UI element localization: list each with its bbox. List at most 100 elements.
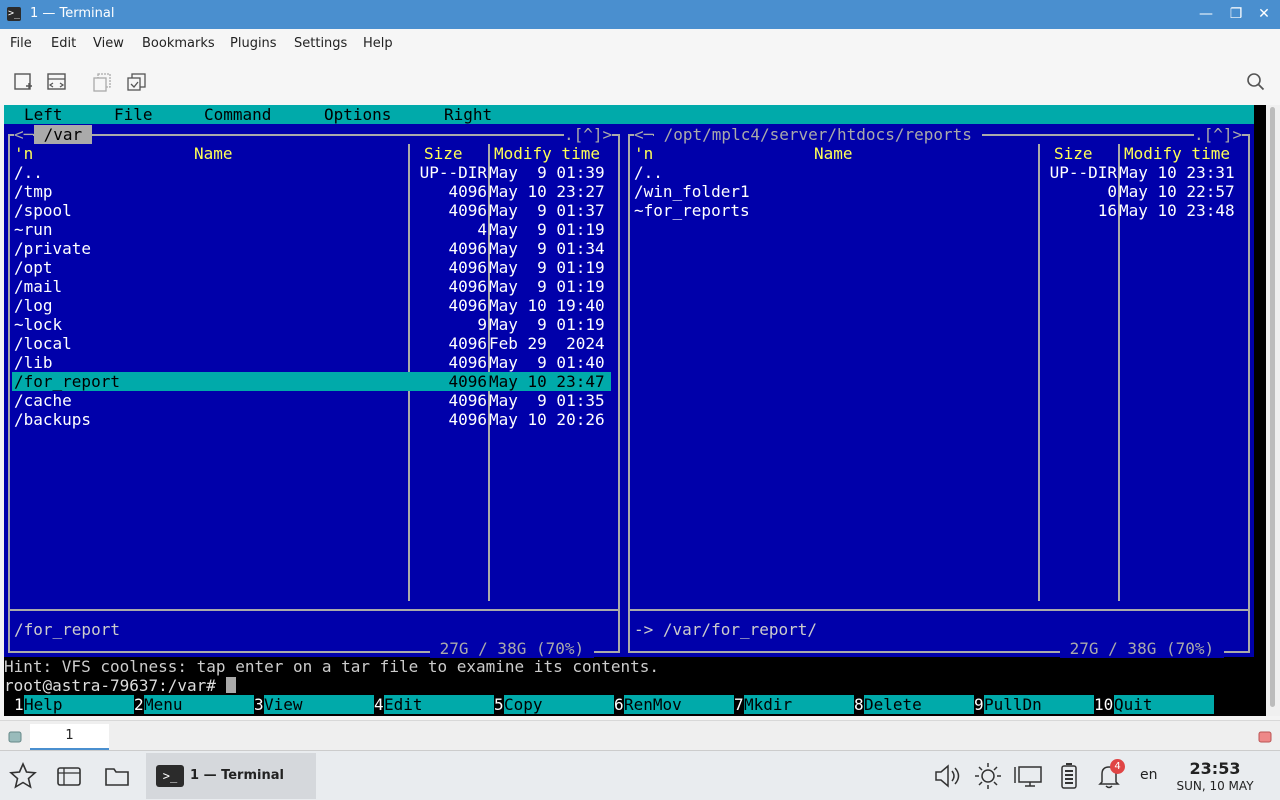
menu-file[interactable]: File (10, 36, 32, 51)
right-panel-corner-right[interactable]: .[^]> (1194, 125, 1243, 144)
right-header-mtime[interactable]: Modify time (1124, 144, 1230, 163)
restore-button[interactable]: ❐ (1226, 5, 1246, 23)
left-panel-file-row[interactable]: /local 4096 Feb 29 2024 (12, 334, 611, 353)
right-panel-file-row[interactable]: /.. UP--DIR May 10 23:31 (632, 163, 1241, 182)
close-tab-icon[interactable] (1258, 730, 1272, 744)
tab-menu-icon[interactable] (8, 730, 22, 744)
left-panel-file-row[interactable]: /for_report 4096 May 10 23:47 (12, 372, 611, 391)
split-view-icon[interactable] (46, 72, 68, 92)
mc-menu-left[interactable]: Left (24, 105, 63, 124)
terminal-view[interactable]: Left File Command Options Right <─ /var … (4, 105, 1266, 716)
terminal-app-icon: >_ (7, 7, 21, 21)
file-mtime: May 10 19:40 (489, 296, 605, 315)
menu-edit[interactable]: Edit (51, 36, 76, 51)
right-panel-path[interactable]: /opt/mplc4/server/htdocs/reports (654, 125, 982, 144)
right-panel-file-row[interactable]: ~for_reports 16 May 10 23:48 (632, 201, 1241, 220)
left-header-n[interactable]: 'n (14, 144, 33, 163)
menu-bookmarks[interactable]: Bookmarks (142, 36, 215, 51)
mc-menu-options[interactable]: Options (324, 105, 391, 124)
fkey-help-button[interactable]: 1 Help (14, 695, 134, 714)
left-panel-path[interactable]: /var (34, 125, 92, 144)
fkey-renmov-button[interactable]: 6 RenMov (614, 695, 734, 714)
taskbar-terminal-task[interactable]: >_ 1 — Terminal (146, 753, 316, 799)
new-tab-icon[interactable] (13, 72, 35, 92)
menu-plugins[interactable]: Plugins (230, 36, 277, 51)
right-panel-file-row[interactable]: /win_folder1 0 May 10 22:57 (632, 182, 1241, 201)
left-panel-file-row[interactable]: /mail 4096 May 9 01:19 (12, 277, 611, 296)
menu-settings[interactable]: Settings (294, 36, 347, 51)
file-name: /opt (14, 258, 53, 277)
menu-help[interactable]: Help (363, 36, 393, 51)
mc-menu-right[interactable]: Right (444, 105, 492, 124)
left-panel-file-row[interactable]: /log 4096 May 10 19:40 (12, 296, 611, 315)
left-header-name[interactable]: Name (194, 144, 233, 163)
left-header-mtime[interactable]: Modify time (494, 144, 600, 163)
fkey-view-button[interactable]: 3 View (254, 695, 374, 714)
close-button[interactable]: ✕ (1254, 5, 1274, 23)
left-panel-file-row[interactable]: /lib 4096 May 9 01:40 (12, 353, 611, 372)
network-icon[interactable] (1013, 761, 1043, 791)
minimize-button[interactable]: — (1196, 5, 1216, 23)
left-status-divider (8, 609, 620, 611)
mc-menu-file[interactable]: File (114, 105, 153, 124)
left-panel-file-row[interactable]: /.. UP--DIR May 9 01:39 (12, 163, 611, 182)
right-panel-corner-left[interactable]: <─ (634, 125, 654, 144)
start-menu-star-icon[interactable] (8, 761, 38, 791)
left-panel-file-row[interactable]: /private 4096 May 9 01:34 (12, 239, 611, 258)
fkey-copy-button[interactable]: 5 Copy (494, 695, 614, 714)
file-name: /local (14, 334, 72, 353)
search-icon[interactable] (1245, 72, 1267, 92)
left-panel-file-row[interactable]: /opt 4096 May 9 01:19 (12, 258, 611, 277)
left-panel-file-row[interactable]: /backups 4096 May 10 20:26 (12, 410, 611, 429)
left-panel-file-row[interactable]: ~run 4 May 9 01:19 (12, 220, 611, 239)
paste-icon[interactable] (126, 72, 148, 92)
file-mtime: May 9 01:40 (489, 353, 605, 372)
left-panel[interactable]: <─ /var .[^]> 'n Name Size Modify time /… (4, 124, 624, 658)
file-mtime: May 9 01:35 (489, 391, 605, 410)
left-panel-file-row[interactable]: /cache 4096 May 9 01:35 (12, 391, 611, 410)
file-mtime: Feb 29 2024 (489, 334, 605, 353)
battery-icon[interactable] (1054, 761, 1084, 791)
tab-1[interactable]: 1 (30, 724, 109, 750)
fkey-quit-button[interactable]: 10 Quit (1094, 695, 1214, 714)
copy-icon[interactable] (92, 72, 114, 92)
file-mtime: May 10 23:31 (1119, 163, 1235, 182)
clock[interactable]: 23:53 SUN, 10 MAY (1170, 759, 1260, 793)
left-panel-corner-right[interactable]: .[^]> (564, 125, 613, 144)
left-panel-file-row[interactable]: /tmp 4096 May 10 23:27 (12, 182, 611, 201)
file-size: 4096 (448, 353, 487, 372)
brightness-icon[interactable] (973, 761, 1003, 791)
fkey-delete-button[interactable]: 8 Delete (854, 695, 974, 714)
keyboard-layout-indicator[interactable]: en (1140, 767, 1158, 783)
volume-icon[interactable] (932, 761, 962, 791)
fkey-number: 7 (734, 695, 744, 714)
fkey-mkdir-button[interactable]: 7 Mkdir (734, 695, 854, 714)
file-name: /.. (634, 163, 663, 182)
left-panel-file-row[interactable]: ~lock 9 May 9 01:19 (12, 315, 611, 334)
window-title: 1 — Terminal (30, 6, 115, 21)
left-header-size[interactable]: Size (424, 144, 463, 163)
fkey-menu-button[interactable]: 2 Menu (134, 695, 254, 714)
file-manager-icon[interactable] (102, 761, 132, 791)
fkey-pulldn-button[interactable]: 9 PullDn (974, 695, 1094, 714)
mc-menu-command[interactable]: Command (204, 105, 271, 124)
file-mtime: May 9 01:19 (489, 220, 605, 239)
right-panel[interactable]: <─ /opt/mplc4/server/htdocs/reports .[^]… (624, 124, 1254, 658)
shell-prompt[interactable]: root@astra-79637:/var# (4, 676, 1266, 695)
file-size: 4096 (448, 391, 487, 410)
fkey-number: 5 (494, 695, 504, 714)
clock-time: 23:53 (1189, 759, 1241, 778)
right-header-n[interactable]: 'n (634, 144, 653, 163)
menu-view[interactable]: View (93, 36, 124, 51)
left-panel-file-row[interactable]: /spool 4096 May 9 01:37 (12, 201, 611, 220)
file-size: 9 (477, 315, 487, 334)
left-panel-corner-left[interactable]: <─ (14, 125, 34, 144)
fkey-label: PullDn (984, 695, 1094, 714)
terminal-scrollbar[interactable] (1266, 105, 1280, 716)
scrollbar-thumb[interactable] (1270, 107, 1275, 707)
desktops-icon[interactable] (54, 761, 84, 791)
fkey-number: 1 (14, 695, 24, 714)
fkey-edit-button[interactable]: 4 Edit (374, 695, 494, 714)
right-header-size[interactable]: Size (1054, 144, 1093, 163)
right-header-name[interactable]: Name (814, 144, 853, 163)
